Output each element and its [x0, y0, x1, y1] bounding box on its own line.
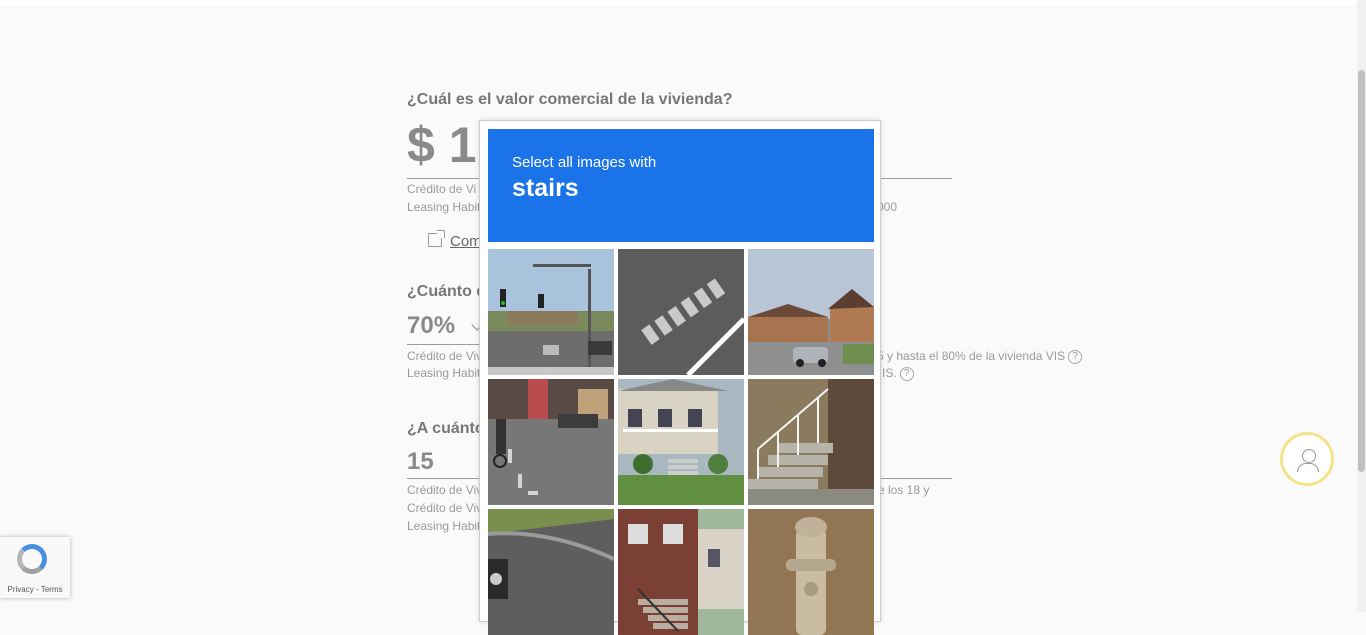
financing-percent-underline [407, 344, 487, 345]
financing-hint-2: Leasing Habit [407, 366, 481, 380]
captcha-tile-2[interactable] [618, 249, 744, 375]
financing-hint-tail-1-text: 5 y hasta el 80% de la vivienda VIS [877, 349, 1066, 363]
captcha-instruction-text: Select all images with [512, 154, 657, 171]
compare-link[interactable]: Com [450, 233, 482, 250]
tile-image-brick-house-stairs [618, 509, 744, 635]
captcha-tile-1[interactable] [488, 249, 614, 375]
captcha-tile-8[interactable] [618, 509, 744, 635]
question-property-value: ¿Cuál es el valor comercial de la vivien… [407, 91, 733, 108]
question-term-years: ¿A cuánto [407, 420, 485, 437]
captcha-target-word: stairs [512, 174, 579, 202]
financing-hint-tail-1: 5 y hasta el 80% de la vivienda VIS? [877, 349, 1083, 364]
tile-image-street-corner [488, 509, 614, 635]
captcha-tile-5[interactable] [618, 379, 744, 505]
help-circle-icon[interactable]: ? [899, 366, 914, 381]
tile-image-traffic-lights [488, 249, 614, 375]
tile-image-porch-stairs [618, 379, 744, 505]
recaptcha-badge[interactable]: Privacy - Terms [0, 537, 70, 598]
tile-image-outdoor-stairs [748, 379, 874, 505]
tile-image-crosswalk [618, 249, 744, 375]
term-hint-2: Crédito de Viv [407, 501, 483, 515]
support-chat-button[interactable] [1280, 432, 1334, 486]
captcha-tile-3[interactable] [748, 249, 874, 375]
financing-hint-tail-2: IS.? [882, 366, 914, 381]
captcha-tile-4[interactable] [488, 379, 614, 505]
term-hint-3: Leasing Habit [407, 519, 481, 533]
question-financing-percent: ¿Cuánto d [407, 283, 487, 300]
recaptcha-logo-icon [17, 544, 47, 574]
tile-image-house-car [748, 249, 874, 375]
captcha-instructions: Select all images with stairs [488, 129, 874, 242]
financing-percent-select[interactable]: 70% [407, 312, 455, 340]
captcha-tile-9[interactable] [748, 509, 874, 635]
support-agent-icon-body [1297, 463, 1319, 472]
financing-hint-tail-2-text: IS. [882, 366, 897, 380]
captcha-challenge-dialog: Select all images with stairs [479, 120, 881, 635]
captcha-tile-7[interactable] [488, 509, 614, 635]
scrollbar-thumb[interactable] [1358, 70, 1365, 472]
external-link-icon [428, 230, 445, 247]
term-years-input[interactable]: 15 [407, 448, 434, 476]
term-hint-1: Crédito de Viv [407, 483, 483, 497]
tile-image-bike-lane [488, 379, 614, 505]
top-bar [0, 0, 1357, 6]
help-circle-icon[interactable]: ? [1068, 349, 1083, 364]
recaptcha-privacy-terms[interactable]: Privacy - Terms [0, 585, 70, 594]
captcha-tile-6[interactable] [748, 379, 874, 505]
property-value-input[interactable]: $ 1 [407, 116, 477, 174]
property-value-hint-2: Leasing Habit [407, 200, 481, 214]
support-agent-icon [1302, 449, 1316, 463]
property-value-hint-1: Crédito de Vi [407, 182, 477, 196]
tile-image-fire-hydrant [748, 509, 874, 635]
vertical-scrollbar[interactable] [1357, 0, 1366, 612]
financing-hint-1: Crédito de Viv [407, 349, 483, 363]
term-hint-tail: re los 18 y [874, 483, 930, 497]
